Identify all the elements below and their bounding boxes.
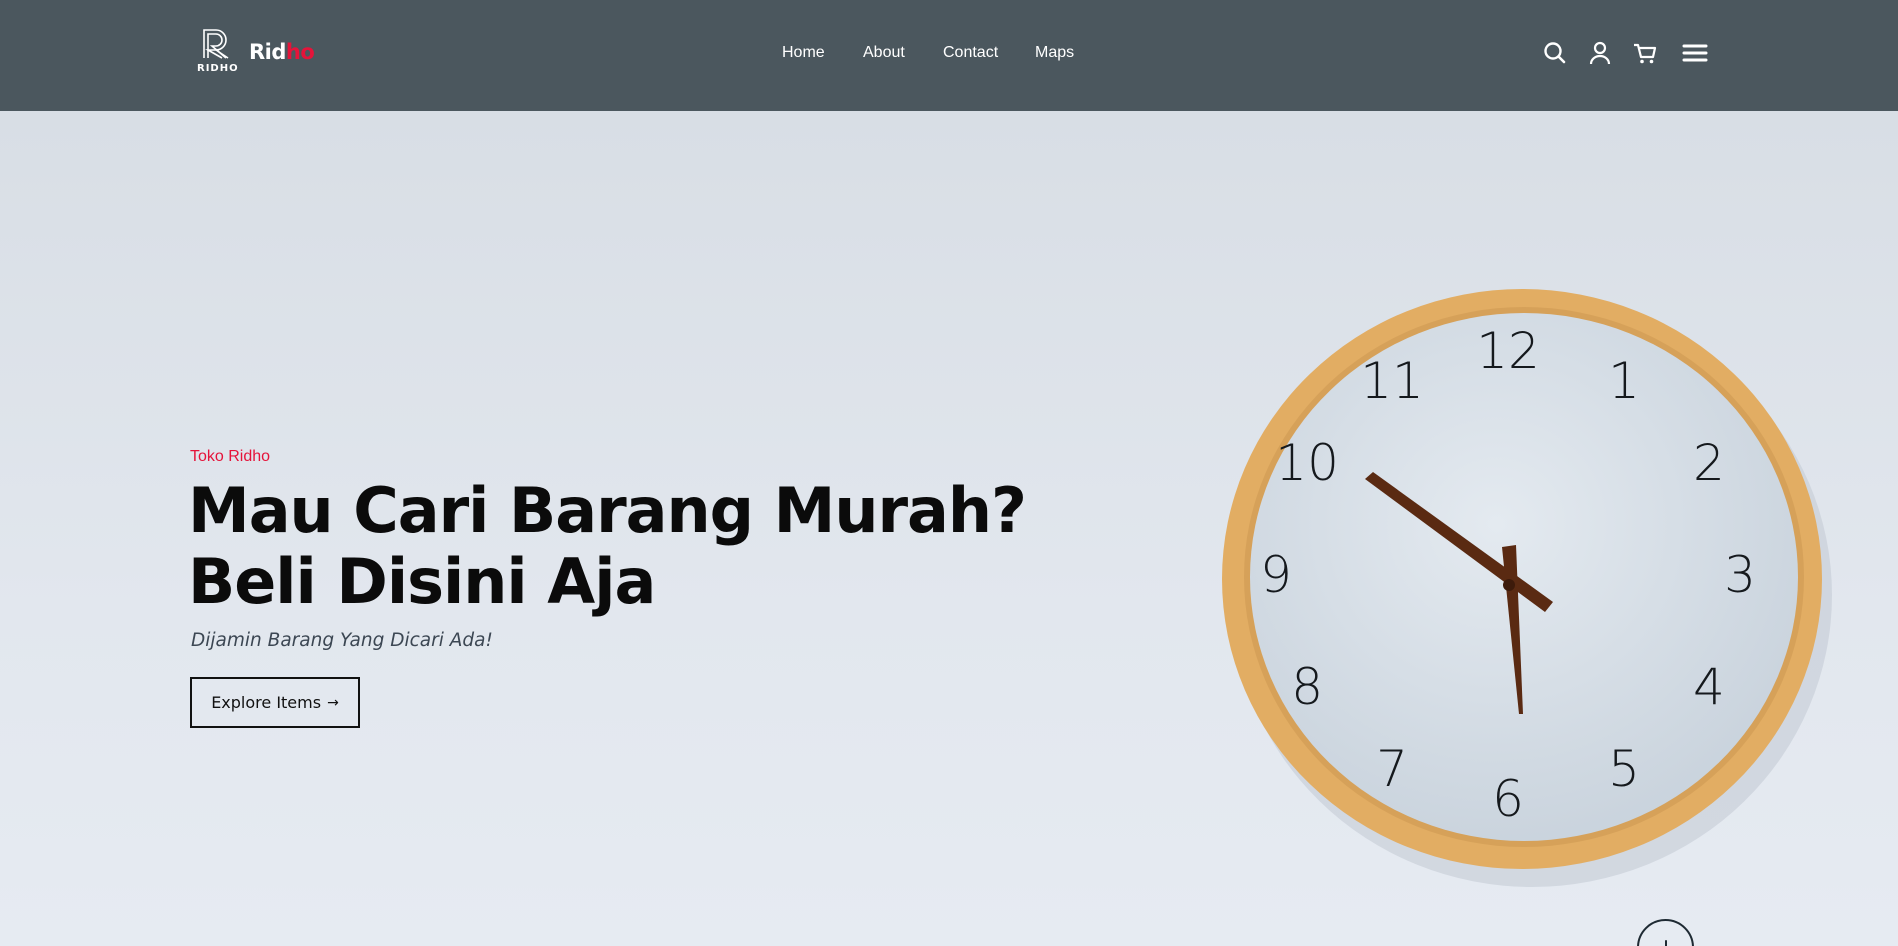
clock-numeral-6: 6 (1492, 770, 1524, 828)
nav-link-about[interactable]: About (863, 44, 905, 62)
menu-icon[interactable] (1682, 40, 1708, 66)
hero-headline-line2: Beli Disini Aja (188, 545, 656, 618)
nav-link-home[interactable]: Home (782, 44, 825, 62)
clock-face (1250, 313, 1798, 841)
hero-eyebrow: Toko Ridho (190, 448, 271, 465)
hero-subline: Dijamin Barang Yang Dicari Ada! (191, 630, 493, 651)
clock-numeral-2: 2 (1693, 434, 1725, 492)
clock-numeral-8: 8 (1291, 658, 1323, 716)
clock-numeral-7: 7 (1376, 740, 1408, 798)
hero-headline-line1: Mau Cari Barang Murah? (188, 474, 1027, 547)
nav-link-maps[interactable]: Maps (1035, 44, 1074, 62)
explore-items-label: Explore Items (211, 693, 322, 712)
scroll-down-button[interactable] (1637, 919, 1694, 946)
explore-items-button[interactable]: Explore Items → (190, 677, 360, 728)
clock-numeral-3: 3 (1724, 546, 1756, 604)
clock-numeral-9: 9 (1260, 546, 1292, 604)
wall-clock-image: 12 12 3 45 6 78 9 10 11 (1222, 289, 1832, 887)
clock-numeral-11: 11 (1360, 352, 1424, 410)
arrow-right-icon: → (327, 694, 339, 711)
navbar: RIDHO Ridho Home About Contact Maps (0, 0, 1898, 111)
arrow-down-icon (1664, 939, 1667, 946)
clock-numeral-12: 12 (1476, 322, 1540, 380)
hero-section: 12 1 2 3 4 5 6 7 8 9 10 11 Toko Ridho Mau Cari Bara… (0, 111, 1898, 946)
user-icon[interactable] (1587, 40, 1613, 66)
cart-icon[interactable] (1632, 40, 1658, 66)
clock-numeral-4: 4 (1693, 658, 1725, 716)
clock-numeral-1: 1 (1608, 352, 1640, 410)
clock-center-cap (1503, 579, 1515, 591)
clock-numeral-10: 10 (1275, 434, 1339, 492)
clock-numeral-5: 5 (1608, 740, 1640, 798)
hero-headline: Mau Cari Barang Murah? Beli Disini Aja (188, 474, 1027, 618)
search-icon[interactable] (1542, 40, 1568, 66)
main-nav: Home About Contact Maps (0, 44, 1898, 68)
nav-link-contact[interactable]: Contact (943, 44, 998, 62)
